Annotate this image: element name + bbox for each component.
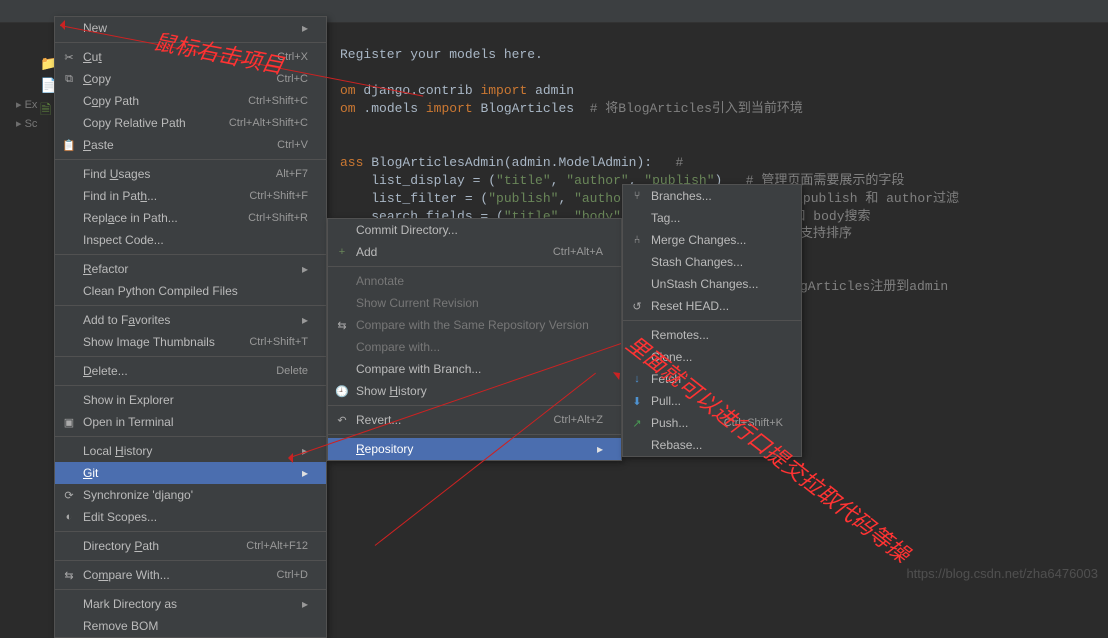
- menu-find-in-path[interactable]: Find in Path...Ctrl+Shift+F: [55, 185, 326, 207]
- watermark: https://blog.csdn.net/zha6476003: [906, 566, 1098, 581]
- context-menu-main: New▸ ✂CutCtrl+X ⧉CopyCtrl+C Copy PathCtr…: [54, 16, 327, 638]
- branch-icon: ⑂: [630, 190, 644, 202]
- menu-show-explorer[interactable]: Show in Explorer: [55, 389, 326, 411]
- menu-remove-bom[interactable]: Remove BOM: [55, 615, 326, 637]
- scopes-icon: ◐: [62, 511, 76, 523]
- repo-unstash[interactable]: UnStash Changes...: [623, 273, 801, 295]
- git-show-history[interactable]: 🕘Show History: [328, 380, 621, 402]
- git-repository[interactable]: Repository▸: [328, 438, 621, 460]
- separator: [55, 159, 326, 160]
- menu-refactor[interactable]: Refactor▸: [55, 258, 326, 280]
- separator: [328, 434, 621, 435]
- add-icon: +: [335, 246, 349, 258]
- repo-stash[interactable]: Stash Changes...: [623, 251, 801, 273]
- arrow-head-1: [55, 20, 65, 30]
- paste-icon: 📋: [62, 139, 76, 152]
- git-commit-dir[interactable]: Commit Directory...: [328, 219, 621, 241]
- sync-icon: ⟳: [62, 489, 76, 502]
- separator: [55, 42, 326, 43]
- repo-push[interactable]: ↗Push...Ctrl+Shift+K: [623, 412, 801, 434]
- separator: [55, 305, 326, 306]
- repo-fetch[interactable]: ↓Fetch: [623, 368, 801, 390]
- git-compare-branch[interactable]: Compare with Branch...: [328, 358, 621, 380]
- git-add[interactable]: +AddCtrl+Alt+A: [328, 241, 621, 263]
- menu-synchronize[interactable]: ⟳Synchronize 'django': [55, 484, 326, 506]
- history-icon: 🕘: [335, 385, 349, 398]
- separator: [55, 436, 326, 437]
- git-submenu: Commit Directory... +AddCtrl+Alt+A Annot…: [327, 218, 622, 461]
- cut-icon: ✂: [62, 51, 76, 64]
- menu-open-terminal[interactable]: ▣Open in Terminal: [55, 411, 326, 433]
- menu-new[interactable]: New▸: [55, 17, 326, 39]
- git-compare-with: Compare with...: [328, 336, 621, 358]
- menu-replace-in-path[interactable]: Replace in Path...Ctrl+Shift+R: [55, 207, 326, 229]
- tool-window-tabs[interactable]: ▸ Ex ▸ Sc: [0, 95, 46, 133]
- repo-branches[interactable]: ⑂Branches...: [623, 185, 801, 207]
- copy-icon: ⧉: [62, 73, 76, 86]
- menu-copy-path[interactable]: Copy PathCtrl+Shift+C: [55, 90, 326, 112]
- menu-compare-with[interactable]: ⇆Compare With...Ctrl+D: [55, 564, 326, 586]
- separator: [55, 254, 326, 255]
- repo-rebase[interactable]: Rebase...: [623, 434, 801, 456]
- menu-copy-rel-path[interactable]: Copy Relative PathCtrl+Alt+Shift+C: [55, 112, 326, 134]
- compare-icon: ⇆: [62, 569, 76, 582]
- code-fragment-2: gArticles注册到admin: [800, 278, 948, 296]
- menu-find-usages[interactable]: Find UsagesAlt+F7: [55, 163, 326, 185]
- git-annotate: Annotate: [328, 270, 621, 292]
- pull-icon: ⬇: [630, 395, 644, 408]
- arrow-head-2a: [283, 453, 293, 463]
- repo-merge[interactable]: ⑃Merge Changes...: [623, 229, 801, 251]
- tab-sc[interactable]: Sc: [25, 118, 38, 130]
- menu-copy[interactable]: ⧉CopyCtrl+C: [55, 68, 326, 90]
- repo-clone[interactable]: Clone...: [623, 346, 801, 368]
- code-fragment-1: 支持排序: [800, 225, 852, 243]
- menu-thumbnails[interactable]: Show Image ThumbnailsCtrl+Shift+T: [55, 331, 326, 353]
- separator: [55, 560, 326, 561]
- separator: [623, 320, 801, 321]
- compare-icon: ⇆: [335, 319, 349, 332]
- git-show-rev: Show Current Revision: [328, 292, 621, 314]
- repository-submenu: ⑂Branches... Tag... ⑃Merge Changes... St…: [622, 184, 802, 457]
- repo-reset-head[interactable]: ↺Reset HEAD...: [623, 295, 801, 317]
- menu-paste[interactable]: 📋PasteCtrl+V: [55, 134, 326, 156]
- menu-cut[interactable]: ✂CutCtrl+X: [55, 46, 326, 68]
- menu-inspect[interactable]: Inspect Code...: [55, 229, 326, 251]
- separator: [55, 531, 326, 532]
- separator: [328, 405, 621, 406]
- menu-edit-scopes[interactable]: ◐Edit Scopes...: [55, 506, 326, 528]
- separator: [55, 385, 326, 386]
- separator: [55, 589, 326, 590]
- menu-delete[interactable]: Delete...Delete: [55, 360, 326, 382]
- repo-pull[interactable]: ⬇Pull...: [623, 390, 801, 412]
- separator: [55, 356, 326, 357]
- menu-git[interactable]: Git▸: [55, 462, 326, 484]
- tab-ex[interactable]: Ex: [25, 99, 38, 111]
- repo-remotes[interactable]: Remotes...: [623, 324, 801, 346]
- menu-dir-path[interactable]: Directory PathCtrl+Alt+F12: [55, 535, 326, 557]
- menu-add-favorites[interactable]: Add to Favorites▸: [55, 309, 326, 331]
- separator: [328, 266, 621, 267]
- menu-mark-directory[interactable]: Mark Directory as▸: [55, 593, 326, 615]
- repo-tag[interactable]: Tag...: [623, 207, 801, 229]
- reset-icon: ↺: [630, 300, 644, 313]
- merge-icon: ⑃: [630, 234, 644, 246]
- push-icon: ↗: [630, 417, 644, 430]
- revert-icon: ↶: [335, 414, 349, 427]
- git-compare-same: ⇆Compare with the Same Repository Versio…: [328, 314, 621, 336]
- terminal-icon: ▣: [62, 416, 76, 429]
- fetch-icon: ↓: [630, 373, 644, 385]
- menu-clean[interactable]: Clean Python Compiled Files: [55, 280, 326, 302]
